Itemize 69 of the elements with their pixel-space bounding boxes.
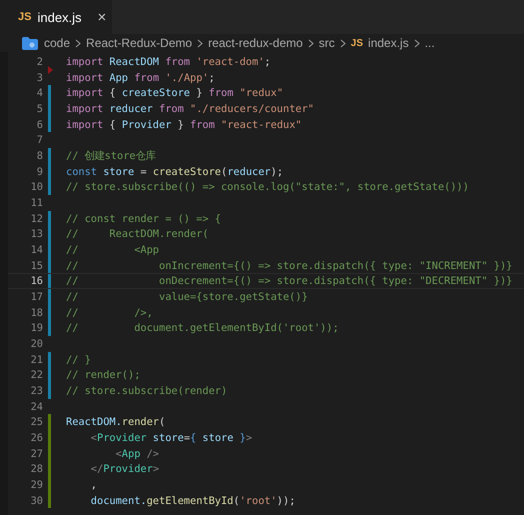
close-icon[interactable]: × xyxy=(98,8,106,26)
code-line: import App from './App'; xyxy=(66,72,215,84)
code-line: import reducer from "./reducers/counter" xyxy=(66,102,314,115)
line-number: 6 xyxy=(36,118,43,131)
breadcrumb-item[interactable]: src xyxy=(318,36,335,50)
line-number: 14 xyxy=(30,244,43,256)
line-number: 26 xyxy=(30,432,43,444)
line-number: 28 xyxy=(30,463,43,476)
chevron-icon xyxy=(197,38,204,48)
code-line: // value={store.getState()} xyxy=(66,290,308,303)
line-number: 3 xyxy=(36,72,43,84)
js-file-icon: JS xyxy=(350,38,364,48)
breadcrumb-item[interactable]: code xyxy=(44,36,70,50)
line-number: 7 xyxy=(36,134,43,146)
code-line: // <App xyxy=(66,244,159,256)
line-number: 4 xyxy=(36,87,43,100)
breadcrumb-item[interactable]: ... xyxy=(424,36,435,50)
code-line: // 创建store仓库 xyxy=(66,148,156,163)
line-number: 18 xyxy=(30,306,43,319)
code-line: import ReactDOM from 'react-dom'; xyxy=(66,56,271,68)
code-line: ReactDOM.render( xyxy=(66,416,166,428)
chevron-icon xyxy=(414,38,420,48)
chevron-icon xyxy=(75,38,82,48)
line-number: 5 xyxy=(36,102,43,115)
code-line: // const render = () => { xyxy=(66,212,221,225)
line-number: 23 xyxy=(30,384,43,397)
line-number: 19 xyxy=(30,322,43,334)
line-number: 11 xyxy=(30,196,43,209)
code-line: // ReactDOM.render( xyxy=(66,228,209,240)
code-line: // onIncrement={() => store.dispatch({ type: "INCREMENT" })} xyxy=(66,260,512,272)
line-number: 12 xyxy=(30,212,43,225)
chevron-icon xyxy=(308,38,314,48)
code-line: // document.getElementById('root')); xyxy=(66,322,339,334)
code-line: , xyxy=(90,478,97,491)
line-number: 2 xyxy=(36,56,43,68)
folder-icon xyxy=(22,36,38,50)
code-line: // store.subscribe(() => console.log("state:", store.getState())) xyxy=(66,181,469,194)
line-number: 22 xyxy=(30,369,43,382)
line-number: 25 xyxy=(30,416,43,428)
code-line: // render(); xyxy=(66,369,140,382)
file-tab[interactable]: JS index.js × xyxy=(0,0,112,34)
code-line: const store = createStore(reducer); xyxy=(66,166,284,178)
line-number: 21 xyxy=(30,354,43,366)
breadcrumb-item[interactable]: React-Redux-Demo xyxy=(86,36,192,50)
code-line: document.getElementById('root')); xyxy=(90,494,296,507)
line-number: 29 xyxy=(30,478,43,491)
code-line: // />, xyxy=(66,306,153,319)
breadcrumb-item[interactable]: index.js xyxy=(368,36,409,50)
line-number: 24 xyxy=(30,400,43,413)
line-number: 15 xyxy=(30,260,43,272)
line-number: 17 xyxy=(30,290,43,303)
line-number: 16 xyxy=(30,275,43,288)
line-number: 20 xyxy=(30,338,43,350)
breadcrumb-item[interactable]: react-redux-demo xyxy=(208,36,303,50)
line-number: 13 xyxy=(30,228,43,240)
line-number: 27 xyxy=(30,448,43,460)
chevron-icon xyxy=(340,38,346,48)
line-number: 8 xyxy=(36,150,43,162)
code-line: <Provider store={ store }> xyxy=(90,432,252,444)
code-line: // } xyxy=(66,354,91,366)
code-line: import { createStore } from "redux" xyxy=(66,87,284,100)
line-number: 10 xyxy=(30,181,43,194)
code-line: </Provider> xyxy=(90,463,160,476)
code-line: <App /> xyxy=(114,448,160,460)
line-number: 30 xyxy=(30,494,43,507)
code-line: import { Provider } from "react-redux" xyxy=(66,118,302,131)
code-line: // store.subscribe(render) xyxy=(66,384,228,397)
code-line: // onDecrement={() => store.dispatch({ type: "DECREMENT" })} xyxy=(66,275,512,288)
line-number: 9 xyxy=(36,166,43,178)
